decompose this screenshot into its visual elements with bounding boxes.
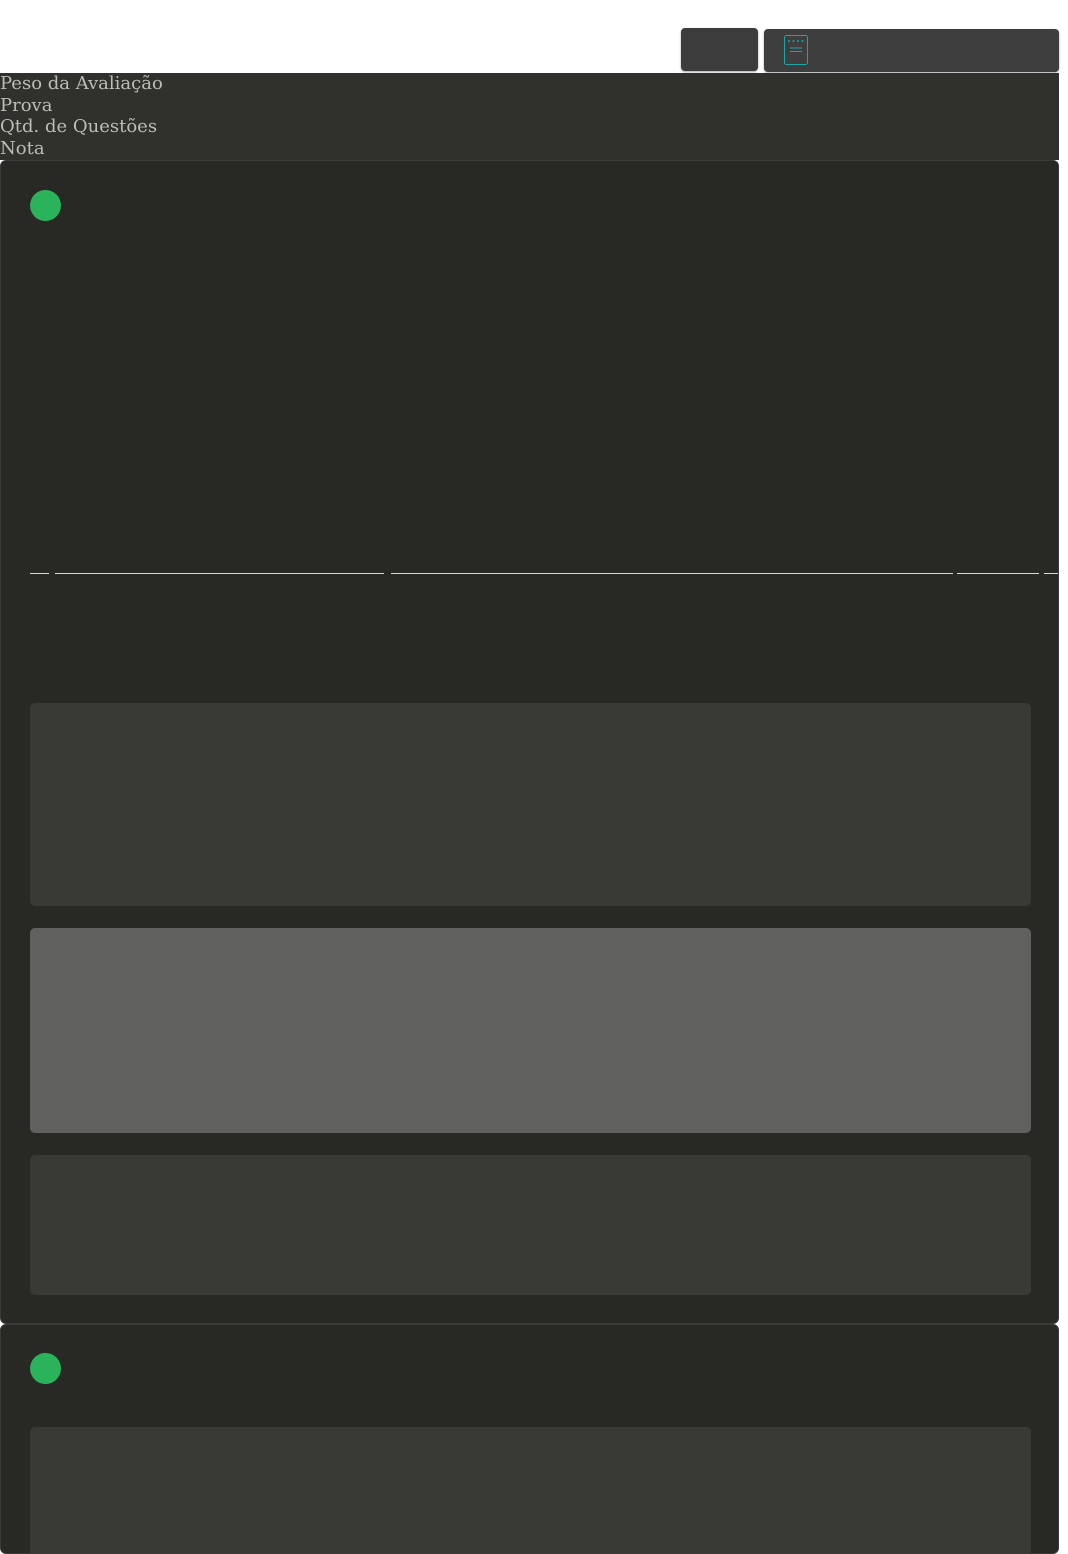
header-label-grade: Nota — [0, 138, 45, 160]
content-block[interactable] — [30, 1155, 1031, 1295]
grade-header: Peso da Avaliação Prova Qtd. de Questões… — [0, 73, 1059, 160]
status-indicator — [30, 190, 61, 221]
evaluation-card — [0, 1324, 1059, 1554]
header-label-question-count: Qtd. de Questões — [0, 116, 158, 138]
evaluation-card — [0, 160, 1059, 1324]
toolbar-button[interactable] — [681, 28, 758, 71]
column-divider — [55, 573, 384, 574]
content-block[interactable] — [30, 1427, 1031, 1553]
column-divider — [391, 573, 953, 574]
header-label-weight: Peso da Avaliação — [0, 73, 163, 94]
document-icon — [784, 35, 808, 65]
content-block[interactable] — [30, 703, 1031, 906]
column-divider — [30, 573, 49, 574]
toolbar-document-panel[interactable] — [764, 29, 1059, 72]
column-divider — [957, 573, 1039, 574]
column-divider — [1044, 573, 1058, 574]
content-block-selected[interactable] — [30, 928, 1031, 1133]
status-indicator — [30, 1353, 61, 1384]
header-label-exam: Prova — [0, 94, 53, 116]
